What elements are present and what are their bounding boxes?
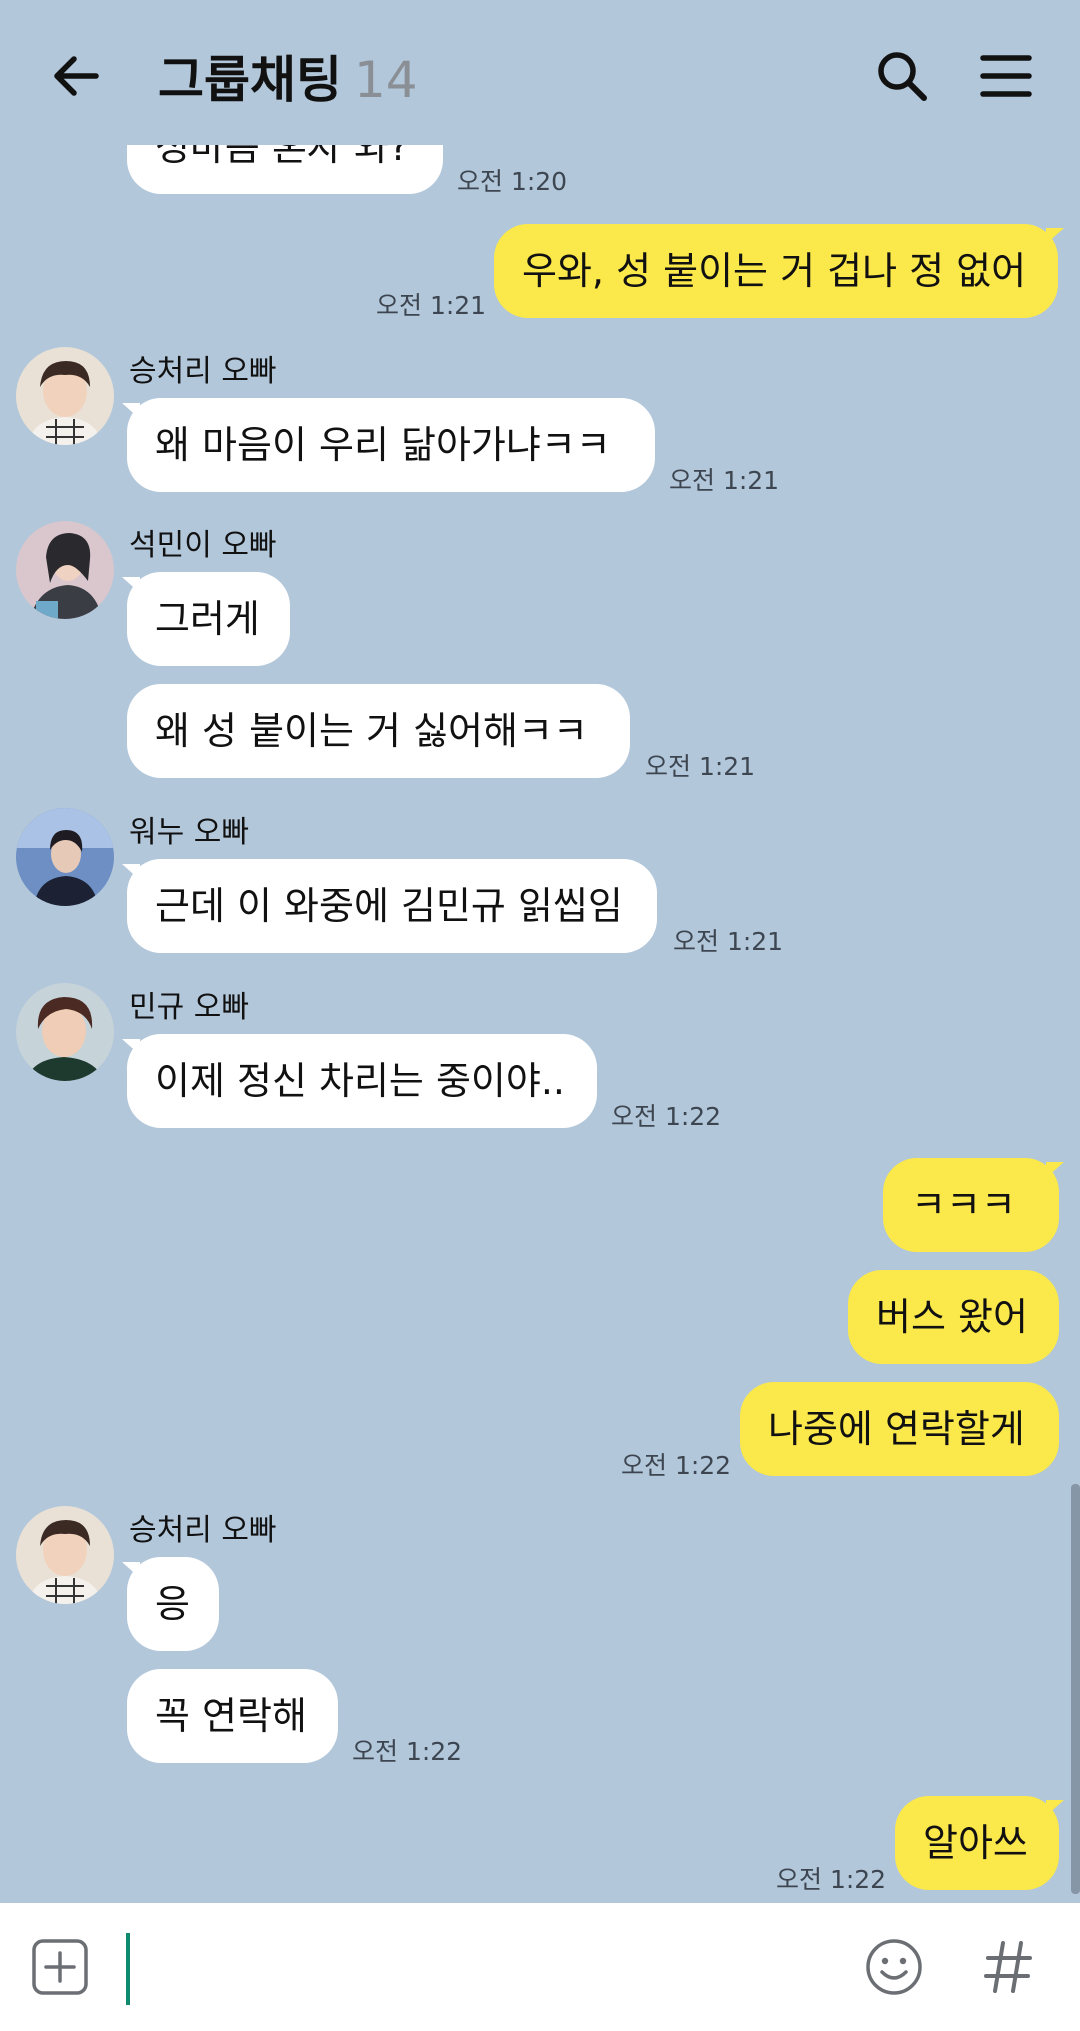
message-text: ㅋㅋㅋ xyxy=(911,1183,1016,1227)
avatar-image xyxy=(16,347,114,445)
message-bubble-incoming[interactable]: 꼭 연락해 xyxy=(127,1669,338,1763)
message-bubble-incoming[interactable]: 응 xyxy=(127,1557,219,1651)
hashtag-icon xyxy=(984,1941,1032,1993)
sender-name: 승처리 오빠 xyxy=(129,1513,277,1548)
sender-name: 워누 오빠 xyxy=(129,815,249,850)
bubble-tail xyxy=(1046,1162,1064,1178)
avatar[interactable] xyxy=(16,983,114,1081)
emoji-button[interactable] xyxy=(860,1933,928,2001)
message-bubble-incoming[interactable]: 근데 이 와중에 김민규 읽씹임 xyxy=(127,859,657,953)
message-text: 나중에 연락할게 xyxy=(768,1407,1025,1451)
bubble-tail xyxy=(122,1562,140,1578)
message-text: 성마음 혼자 와? xyxy=(155,145,410,169)
chat-room-name: 그룹채팅 xyxy=(158,51,342,109)
message-text: 이제 정신 차리는 중이야.. xyxy=(155,1059,565,1103)
hamburger-menu-icon xyxy=(980,55,1032,97)
message-time: 오전 1:22 xyxy=(611,1102,722,1131)
add-button[interactable] xyxy=(28,1935,92,1999)
message-bubble-outgoing[interactable]: 버스 왔어 xyxy=(848,1270,1059,1364)
message-bubble-incoming[interactable]: 이제 정신 차리는 중이야.. xyxy=(127,1034,597,1128)
avatar-image xyxy=(16,983,114,1081)
avatar[interactable] xyxy=(16,347,114,445)
message-time: 오전 1:21 xyxy=(669,466,780,495)
arrow-left-icon xyxy=(54,56,99,96)
text-input-caret[interactable] xyxy=(126,1933,130,2005)
back-button[interactable] xyxy=(40,40,112,112)
search-icon xyxy=(878,52,927,101)
message-time: 오전 1:22 xyxy=(776,1865,887,1894)
chat-title: 그룹채팅 14 xyxy=(158,40,418,112)
message-bubble-outgoing[interactable]: 나중에 연락할게 xyxy=(740,1382,1059,1476)
sender-name: 석민이 오빠 xyxy=(129,528,277,563)
message-bubble-incoming[interactable]: 왜 성 붙이는 거 싫어해ㅋㅋ xyxy=(127,684,630,778)
message-time: 오전 1:21 xyxy=(673,927,784,956)
sender-name: 승처리 오빠 xyxy=(129,354,277,389)
avatar-image xyxy=(16,808,114,906)
avatar-image xyxy=(16,521,114,619)
message-text: 응 xyxy=(155,1582,190,1626)
message-text: 꼭 연락해 xyxy=(155,1694,307,1738)
avatar[interactable] xyxy=(16,808,114,906)
bubble-tail xyxy=(122,1039,140,1055)
bubble-tail xyxy=(1046,228,1064,244)
hashtag-button[interactable] xyxy=(974,1933,1042,2001)
member-count: 14 xyxy=(354,51,418,109)
message-text: 우와, 성 붙이는 거 겁나 정 없어 xyxy=(522,249,1027,293)
message-text: 왜 성 붙이는 거 싫어해ㅋㅋ xyxy=(155,709,588,753)
avatar[interactable] xyxy=(16,1506,114,1604)
smiley-icon xyxy=(866,1939,922,1995)
chat-header: 그룹채팅 14 xyxy=(0,0,1080,145)
message-text: 버스 왔어 xyxy=(876,1295,1028,1339)
scrollbar[interactable] xyxy=(1071,1484,1080,1894)
plus-square-icon xyxy=(32,1939,88,1995)
message-text: 그러게 xyxy=(155,597,260,641)
avatar-image xyxy=(16,1506,114,1604)
message-time: 오전 1:21 xyxy=(376,291,487,320)
message-input-bar xyxy=(0,1903,1080,2031)
message-bubble-outgoing[interactable]: ㅋㅋㅋ xyxy=(883,1158,1059,1252)
message-time: 오전 1:22 xyxy=(352,1737,463,1766)
message-text: 왜 마음이 우리 닮아가냐ㅋㅋ xyxy=(155,423,611,467)
message-time: 오전 1:20 xyxy=(457,167,568,196)
bubble-tail xyxy=(122,403,140,419)
bubble-tail xyxy=(122,864,140,880)
message-bubble-outgoing[interactable]: 알아쓰 xyxy=(895,1796,1059,1890)
avatar[interactable] xyxy=(16,521,114,619)
message-time: 오전 1:22 xyxy=(621,1451,732,1480)
menu-button[interactable] xyxy=(970,40,1042,112)
message-time: 오전 1:21 xyxy=(645,752,756,781)
message-bubble-incoming[interactable]: 그러게 xyxy=(127,572,290,666)
message-bubble-partial[interactable]: 성마음 혼자 와? xyxy=(127,145,443,194)
message-list[interactable]: 성마음 혼자 와? 오전 1:20 우와, 성 붙이는 거 겁나 정 없어 오전… xyxy=(0,145,1080,1902)
bubble-tail xyxy=(122,577,140,593)
sender-name: 민규 오빠 xyxy=(129,990,249,1025)
search-button[interactable] xyxy=(866,40,938,112)
message-text: 알아쓰 xyxy=(923,1821,1028,1865)
message-text: 근데 이 와중에 김민규 읽씹임 xyxy=(155,884,623,928)
bubble-tail xyxy=(1046,1800,1064,1816)
message-bubble-incoming[interactable]: 왜 마음이 우리 닮아가냐ㅋㅋ xyxy=(127,398,655,492)
message-bubble-outgoing[interactable]: 우와, 성 붙이는 거 겁나 정 없어 xyxy=(494,224,1058,318)
